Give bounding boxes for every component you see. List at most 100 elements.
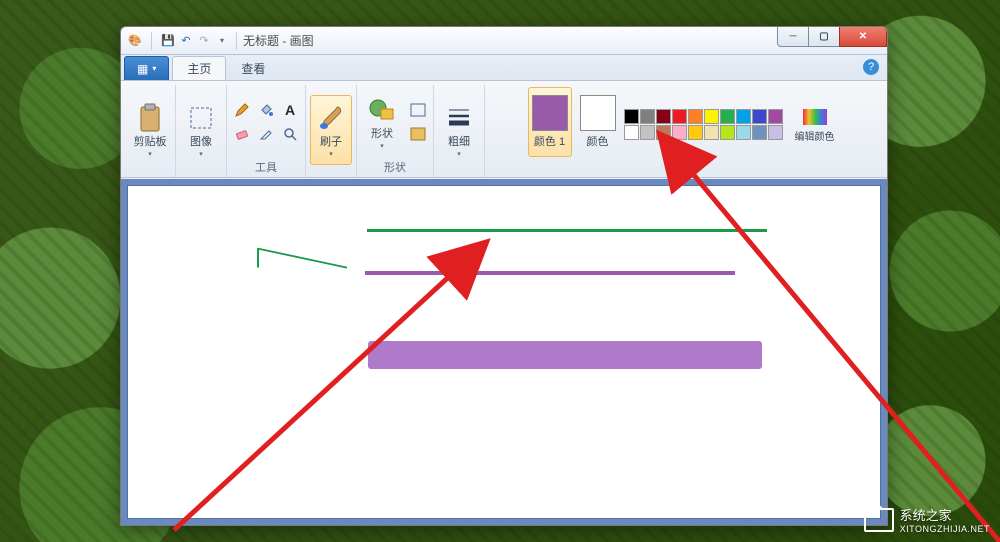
canvas-area [121,179,887,525]
color-swatch[interactable] [720,109,735,124]
app-icon: 🎨 [127,33,143,49]
watermark: 系统之家 XITONGZHIJIA.NET [864,505,990,534]
paste-button[interactable]: 剪贴板 ▾ [129,95,171,165]
tool-grid: A [231,99,301,145]
color-swatch[interactable] [736,109,751,124]
color-swatch[interactable] [624,125,639,140]
image-label: 图像 [190,133,212,149]
pencil-tool[interactable] [231,99,253,121]
group-image: 图像 ▾ [176,85,227,177]
fill-tool[interactable] [255,99,277,121]
chevron-down-icon: ▾ [199,150,203,158]
shape-outline-button[interactable] [407,99,429,121]
select-button[interactable]: 图像 ▾ [180,95,222,165]
help-icon[interactable]: ? [863,59,879,75]
window-controls: ─ ▢ ✕ [778,27,887,47]
color-swatch[interactable] [688,109,703,124]
tab-view[interactable]: 查看 [226,56,280,80]
group-brushes: 刷子 ▾ [306,85,357,177]
file-menu-button[interactable]: ▦ [124,56,169,80]
shape-fill-button[interactable] [407,123,429,145]
brushes-label: 刷子 [320,133,342,149]
shape-options [407,99,429,145]
edit-colors-icon [800,102,830,132]
save-icon[interactable]: 💾 [160,33,176,49]
drawn-stroke-green [367,229,767,232]
quick-access-toolbar: 🎨 💾 ↶ ↷ ▾ [127,32,230,50]
color-swatch[interactable] [736,125,751,140]
clipboard-icon [135,103,165,133]
edit-colors-label: 编辑颜色 [795,132,835,143]
separator [151,32,152,50]
canvas[interactable] [127,185,881,519]
chevron-down-icon: ▾ [148,150,152,158]
group-colors: 颜色 1 颜色 编辑颜色 颜色 [485,85,883,177]
window-title: 无标题 - 画图 [243,32,314,49]
group-label: 形状 [384,157,406,176]
chevron-down-icon: ▾ [380,142,384,150]
drawn-stroke-hook [257,247,347,286]
picker-tool[interactable] [255,123,277,145]
edit-colors-button[interactable]: 编辑颜色 [789,87,841,157]
shapes-label: 形状 [371,125,393,141]
color-swatch[interactable] [672,109,687,124]
separator [236,32,237,50]
eraser-tool[interactable] [231,123,253,145]
color-swatch[interactable] [752,125,767,140]
brushes-button[interactable]: 刷子 ▾ [310,95,352,165]
group-size: 粗细 ▾ [434,85,485,177]
qat-dropdown-icon[interactable]: ▾ [214,33,230,49]
paste-label: 剪贴板 [134,133,167,149]
color-swatch[interactable] [704,125,719,140]
color-swatch[interactable] [640,125,655,140]
size-button[interactable]: 粗细 ▾ [438,95,480,165]
drawn-stroke-purple-thick [368,341,762,369]
color-swatch[interactable] [752,109,767,124]
color2-swatch [580,95,616,131]
color2-button[interactable]: 颜色 [578,87,618,157]
group-clipboard: 剪贴板 ▾ [125,85,176,177]
watermark-url: XITONGZHIJIA.NET [900,524,990,534]
color-swatch[interactable] [672,125,687,140]
maximize-button[interactable]: ▢ [808,27,840,47]
color-swatch[interactable] [688,125,703,140]
brush-icon [316,103,346,133]
shapes-icon [367,95,397,125]
color1-button[interactable]: 颜色 1 [528,87,572,157]
color-swatch[interactable] [768,125,783,140]
redo-icon[interactable]: ↷ [196,33,212,49]
color-swatch[interactable] [704,109,719,124]
color-swatch[interactable] [656,109,671,124]
color2-label: 颜色 [587,133,609,149]
watermark-brand: 系统之家 [900,508,952,523]
color-swatch[interactable] [768,109,783,124]
close-button[interactable]: ✕ [839,27,887,47]
shapes-button[interactable]: 形状 ▾ [361,87,403,157]
color-swatch-grid [624,109,783,140]
color-swatch[interactable] [624,109,639,124]
group-shapes: 形状 ▾ 形状 [357,85,434,177]
magnifier-tool[interactable] [279,123,301,145]
group-label: 颜色 [673,157,695,176]
chevron-down-icon: ▾ [329,150,333,158]
drawn-stroke-purple-thin [365,271,735,275]
color-swatch[interactable] [656,125,671,140]
chevron-down-icon: ▾ [457,150,461,158]
group-tools: A 工具 [227,85,306,177]
tab-home[interactable]: 主页 [172,56,226,80]
color1-label: 颜色 1 [534,133,565,149]
group-label: 工具 [255,157,277,176]
undo-icon[interactable]: ↶ [178,33,194,49]
paint-window: 🎨 💾 ↶ ↷ ▾ 无标题 - 画图 ─ ▢ ✕ ▦ 主页 查看 ? [120,26,888,526]
ribbon: 剪贴板 ▾ 图像 ▾ [121,81,887,178]
color-swatch[interactable] [640,109,655,124]
size-icon [444,103,474,133]
color-swatch[interactable] [720,125,735,140]
titlebar[interactable]: 🎨 💾 ↶ ↷ ▾ 无标题 - 画图 ─ ▢ ✕ [121,27,887,55]
text-tool[interactable]: A [279,99,301,121]
tab-bar: ▦ 主页 查看 ? [121,55,887,81]
size-label: 粗细 [448,133,470,149]
watermark-logo-icon [864,508,894,532]
minimize-button[interactable]: ─ [777,27,809,47]
color1-swatch [532,95,568,131]
